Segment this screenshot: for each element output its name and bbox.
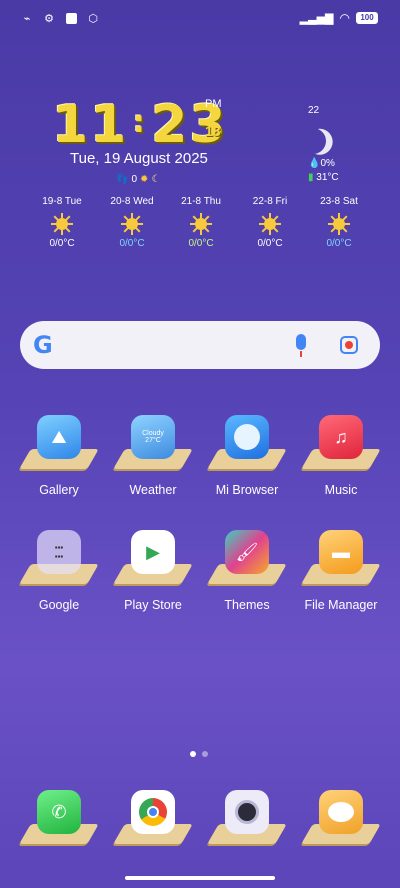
forecast-temp: 0/0°C [119, 238, 145, 249]
browser-icon [225, 415, 269, 459]
google-folder-icon: ▪▪▪ ▪▪▪ [37, 530, 81, 574]
square-icon [64, 11, 78, 25]
chrome-icon [131, 790, 175, 834]
status-bar: ⌁ ⚙ ⬡ ▂▃▅▇ ◠ 100 [0, 0, 400, 38]
mi-icon: ⬡ [88, 12, 98, 25]
weather-icon: Cloudy 27°C [131, 415, 175, 459]
google-lens-dot [345, 341, 353, 349]
forecast-temp: 0/0°C [188, 238, 214, 249]
file-manager-icon: ▬ [319, 530, 363, 574]
play-store-icon: ▶ [131, 530, 175, 574]
sun-icon [328, 213, 350, 235]
moon-icon: ☾ [151, 174, 161, 185]
app-mi-browser[interactable]: Mi Browser [202, 415, 292, 497]
dock-camera[interactable] [202, 790, 292, 846]
drop-icon: 💧 [308, 158, 321, 169]
google-logo-icon: G [33, 331, 53, 359]
weather-value: 22 [308, 105, 320, 116]
music-icon: ♫ [319, 415, 363, 459]
dock-messages[interactable] [296, 790, 386, 846]
footsteps-icon: 👣 [116, 174, 129, 185]
wifi-icon: ◠ [339, 11, 350, 25]
dock-phone[interactable]: ✆ [14, 790, 104, 846]
signal-icon: ▂▃▅▇ [299, 12, 334, 25]
app-google-folder[interactable]: ▪▪▪ ▪▪▪ Google [14, 530, 104, 612]
forecast-day: 21-8 Thu 0/0°C [171, 196, 231, 249]
camera-icon [225, 790, 269, 834]
microphone-icon[interactable] [296, 334, 306, 350]
sun-icon: ✹ [140, 174, 149, 185]
gallery-icon: ⛰ [37, 415, 81, 459]
forecast-day: 23-8 Sat 0/0°C [309, 196, 369, 249]
battery-small-icon: ▮ [308, 172, 314, 183]
forecast-temp: 0/0°C [326, 238, 352, 249]
page-indicator [190, 751, 208, 757]
themes-icon: 🖌 [225, 530, 269, 574]
clock-widget[interactable]: 11 : 23 PM 18 [52, 95, 228, 155]
gear-icon: ⚙ [44, 12, 54, 25]
clock-ampm: PM [205, 98, 222, 110]
current-temp: ▮ 31°C [308, 172, 339, 183]
notification-off-icon: ⌁ [23, 12, 31, 25]
phone-icon: ✆ [37, 790, 81, 834]
clock-colon: : [132, 105, 147, 140]
battery-icon: 100 [356, 12, 378, 24]
forecast-temp: 0/0°C [257, 238, 283, 249]
clock-seconds: 18 [205, 123, 221, 139]
forecast-temp: 0/0°C [49, 238, 75, 249]
google-search-bar[interactable]: G [20, 321, 380, 369]
crescent-moon-icon [296, 124, 329, 157]
forecast-day: 19-8 Tue 0/0°C [32, 196, 92, 249]
sun-icon [51, 213, 73, 235]
app-music[interactable]: ♫ Music [296, 415, 386, 497]
home-indicator[interactable] [125, 876, 275, 880]
messages-icon [319, 790, 363, 834]
clock-hours: 11 [52, 95, 129, 155]
microphone-stem [300, 351, 302, 357]
page-dot [202, 751, 208, 757]
app-gallery[interactable]: ⛰ Gallery [14, 415, 104, 497]
humidity: 💧0% [308, 158, 335, 169]
page-dot-active [190, 751, 196, 757]
app-themes[interactable]: 🖌 Themes [202, 530, 292, 612]
mini-status-row: 👣 0 ✹ ☾ [116, 174, 160, 185]
sun-icon [259, 213, 281, 235]
date-label: Tue, 19 August 2025 [70, 150, 208, 167]
sun-icon [121, 213, 143, 235]
forecast-day: 20-8 Wed 0/0°C [102, 196, 162, 249]
sun-icon [190, 213, 212, 235]
dock-chrome[interactable] [108, 790, 198, 846]
forecast-day: 22-8 Fri 0/0°C [240, 196, 300, 249]
app-weather[interactable]: Cloudy 27°C Weather [108, 415, 198, 497]
steps-count: 0 [131, 174, 138, 185]
app-file-manager[interactable]: ▬ File Manager [296, 530, 386, 612]
app-play-store[interactable]: ▶ Play Store [108, 530, 198, 612]
